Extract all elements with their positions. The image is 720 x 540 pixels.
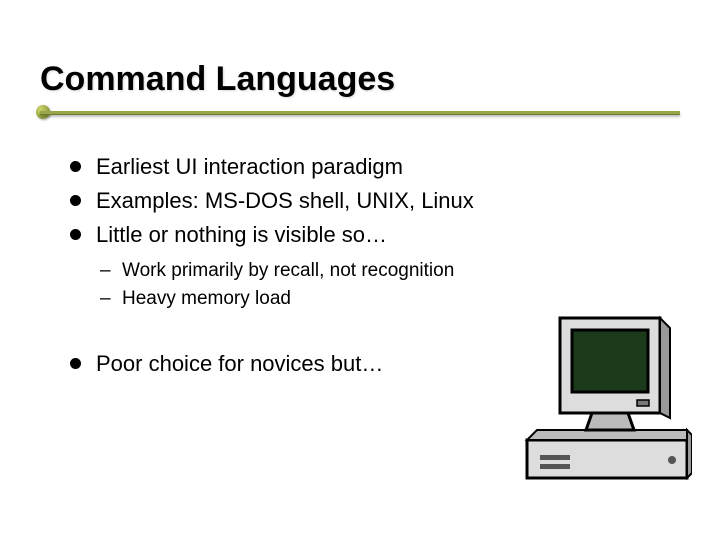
bullet-text: Little or nothing is visible so… [96, 222, 387, 247]
slide-title: Command Languages [40, 60, 680, 99]
computer-icon [522, 310, 692, 485]
slide: Command Languages Earliest UI interactio… [0, 0, 720, 540]
bullet-text: Earliest UI interaction paradigm [96, 154, 403, 179]
bullet-list: Earliest UI interaction paradigm Example… [40, 151, 680, 251]
title-underline [40, 107, 680, 121]
bullet-item: Little or nothing is visible so… [70, 219, 680, 251]
sub-bullet-item: Work primarily by recall, not recognitio… [100, 257, 680, 286]
bullet-item: Earliest UI interaction paradigm [70, 151, 680, 183]
sub-bullet-text: Heavy memory load [122, 288, 291, 309]
sub-bullet-list: Work primarily by recall, not recognitio… [40, 257, 680, 314]
underline-bar [40, 111, 680, 115]
sub-bullet-text: Work primarily by recall, not recognitio… [122, 260, 454, 281]
bullet-text: Poor choice for novices but… [96, 351, 383, 376]
bullet-item: Examples: MS-DOS shell, UNIX, Linux [70, 185, 680, 217]
bullet-text: Examples: MS-DOS shell, UNIX, Linux [96, 188, 474, 213]
